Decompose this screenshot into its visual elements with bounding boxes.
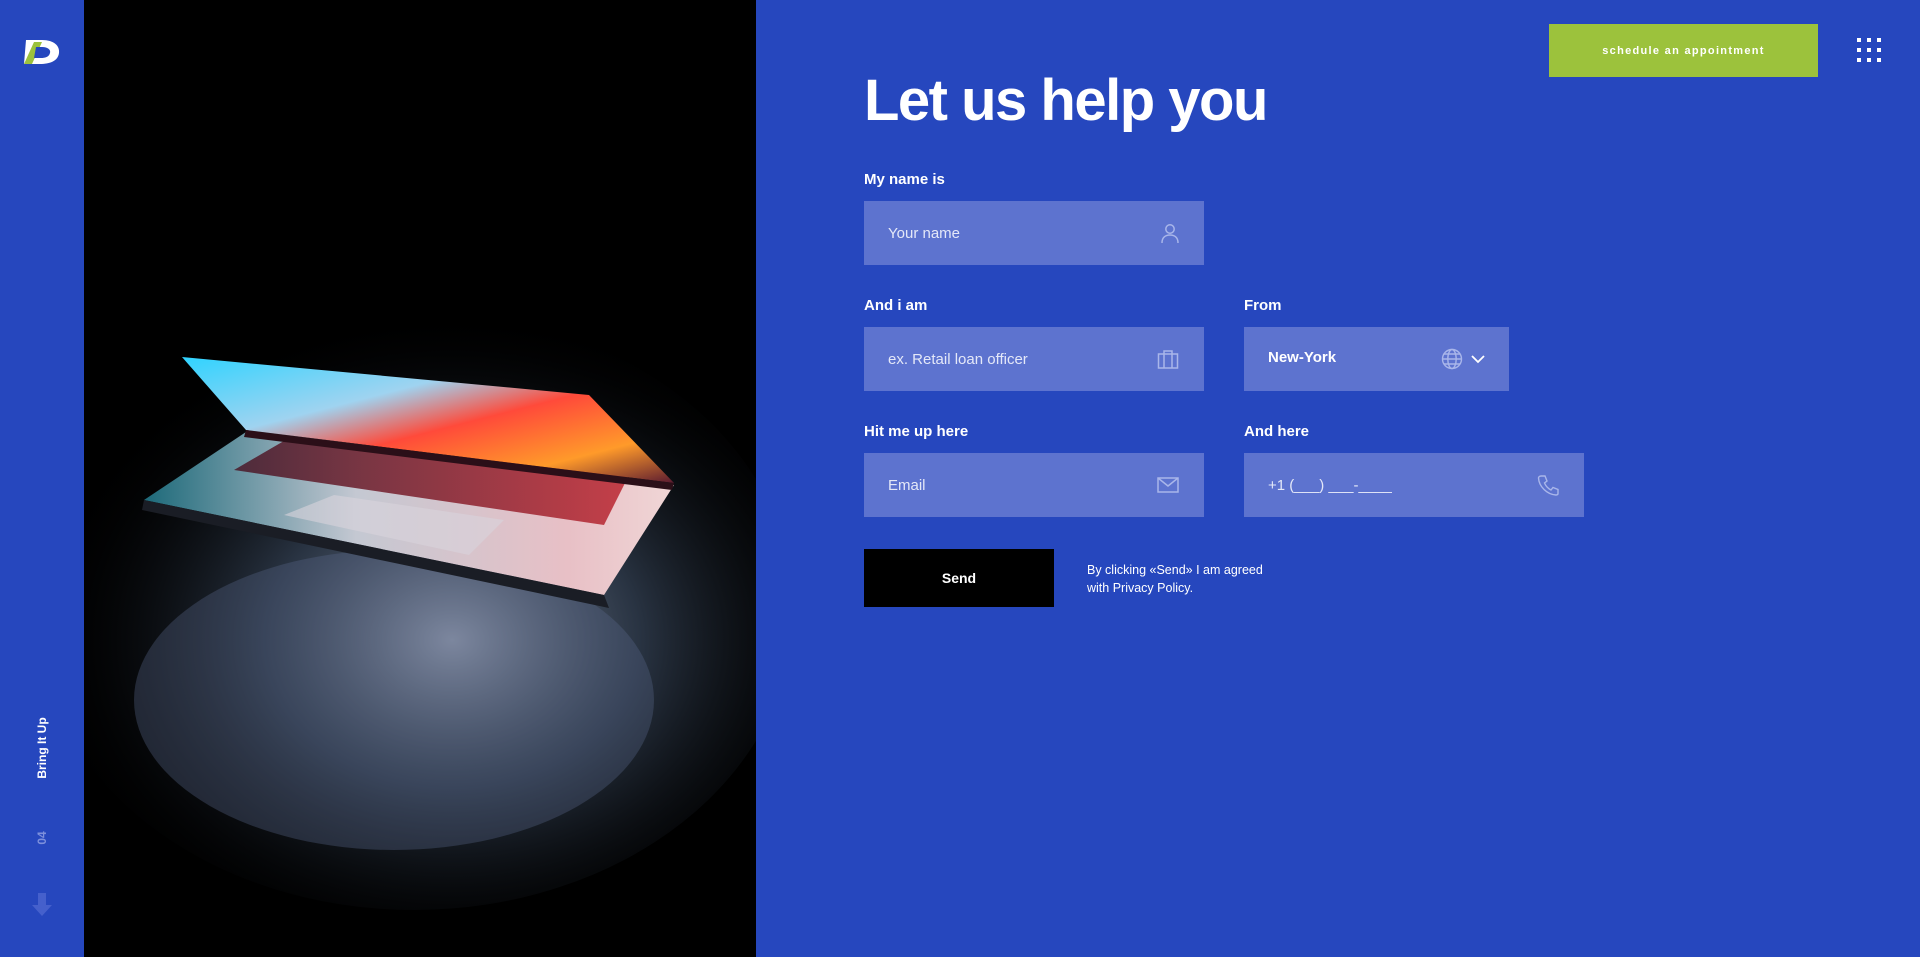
mail-icon [1157,477,1179,493]
email-label: Hit me up here [864,423,969,440]
schedule-appointment-button[interactable]: schedule an appointment [1549,24,1818,77]
phone-icon [1537,475,1559,496]
role-label: And i am [864,297,928,314]
consent-line-1: By clicking «Send» I am agreed [1087,563,1263,577]
phone-input[interactable] [1244,453,1584,517]
page-number: 04 [35,831,49,845]
page-title: Let us help you [864,68,1268,133]
name-label: My name is [864,171,945,188]
privacy-policy-link[interactable]: with Privacy Policy. [1087,579,1287,597]
name-input[interactable] [864,201,1204,265]
hero-photo [84,0,756,957]
privacy-consent-text: By clicking «Send» I am agreed with Priv… [1087,561,1287,597]
location-label: From [1244,297,1282,314]
sidebar: Bring It Up 04 [0,0,84,957]
email-input[interactable] [864,453,1204,517]
grid-menu-icon[interactable] [1857,38,1881,62]
location-select[interactable]: New-York [1244,327,1509,391]
briefcase-icon [1157,350,1179,369]
role-field[interactable] [864,327,1204,391]
location-value: New-York [1268,349,1337,366]
laptop-illustration [84,0,756,957]
user-icon [1161,224,1179,244]
name-field[interactable] [864,201,1204,265]
globe-icon [1441,348,1463,370]
section-label: Bring It Up [35,717,49,779]
down-arrow-icon[interactable] [31,893,53,917]
phone-label: And here [1244,423,1310,440]
chevron-down-icon[interactable] [1466,347,1490,371]
send-button[interactable]: Send [864,549,1054,607]
brand-logo[interactable] [22,36,62,66]
role-input[interactable] [864,327,1204,391]
phone-field[interactable] [1244,453,1584,517]
email-field[interactable] [864,453,1204,517]
